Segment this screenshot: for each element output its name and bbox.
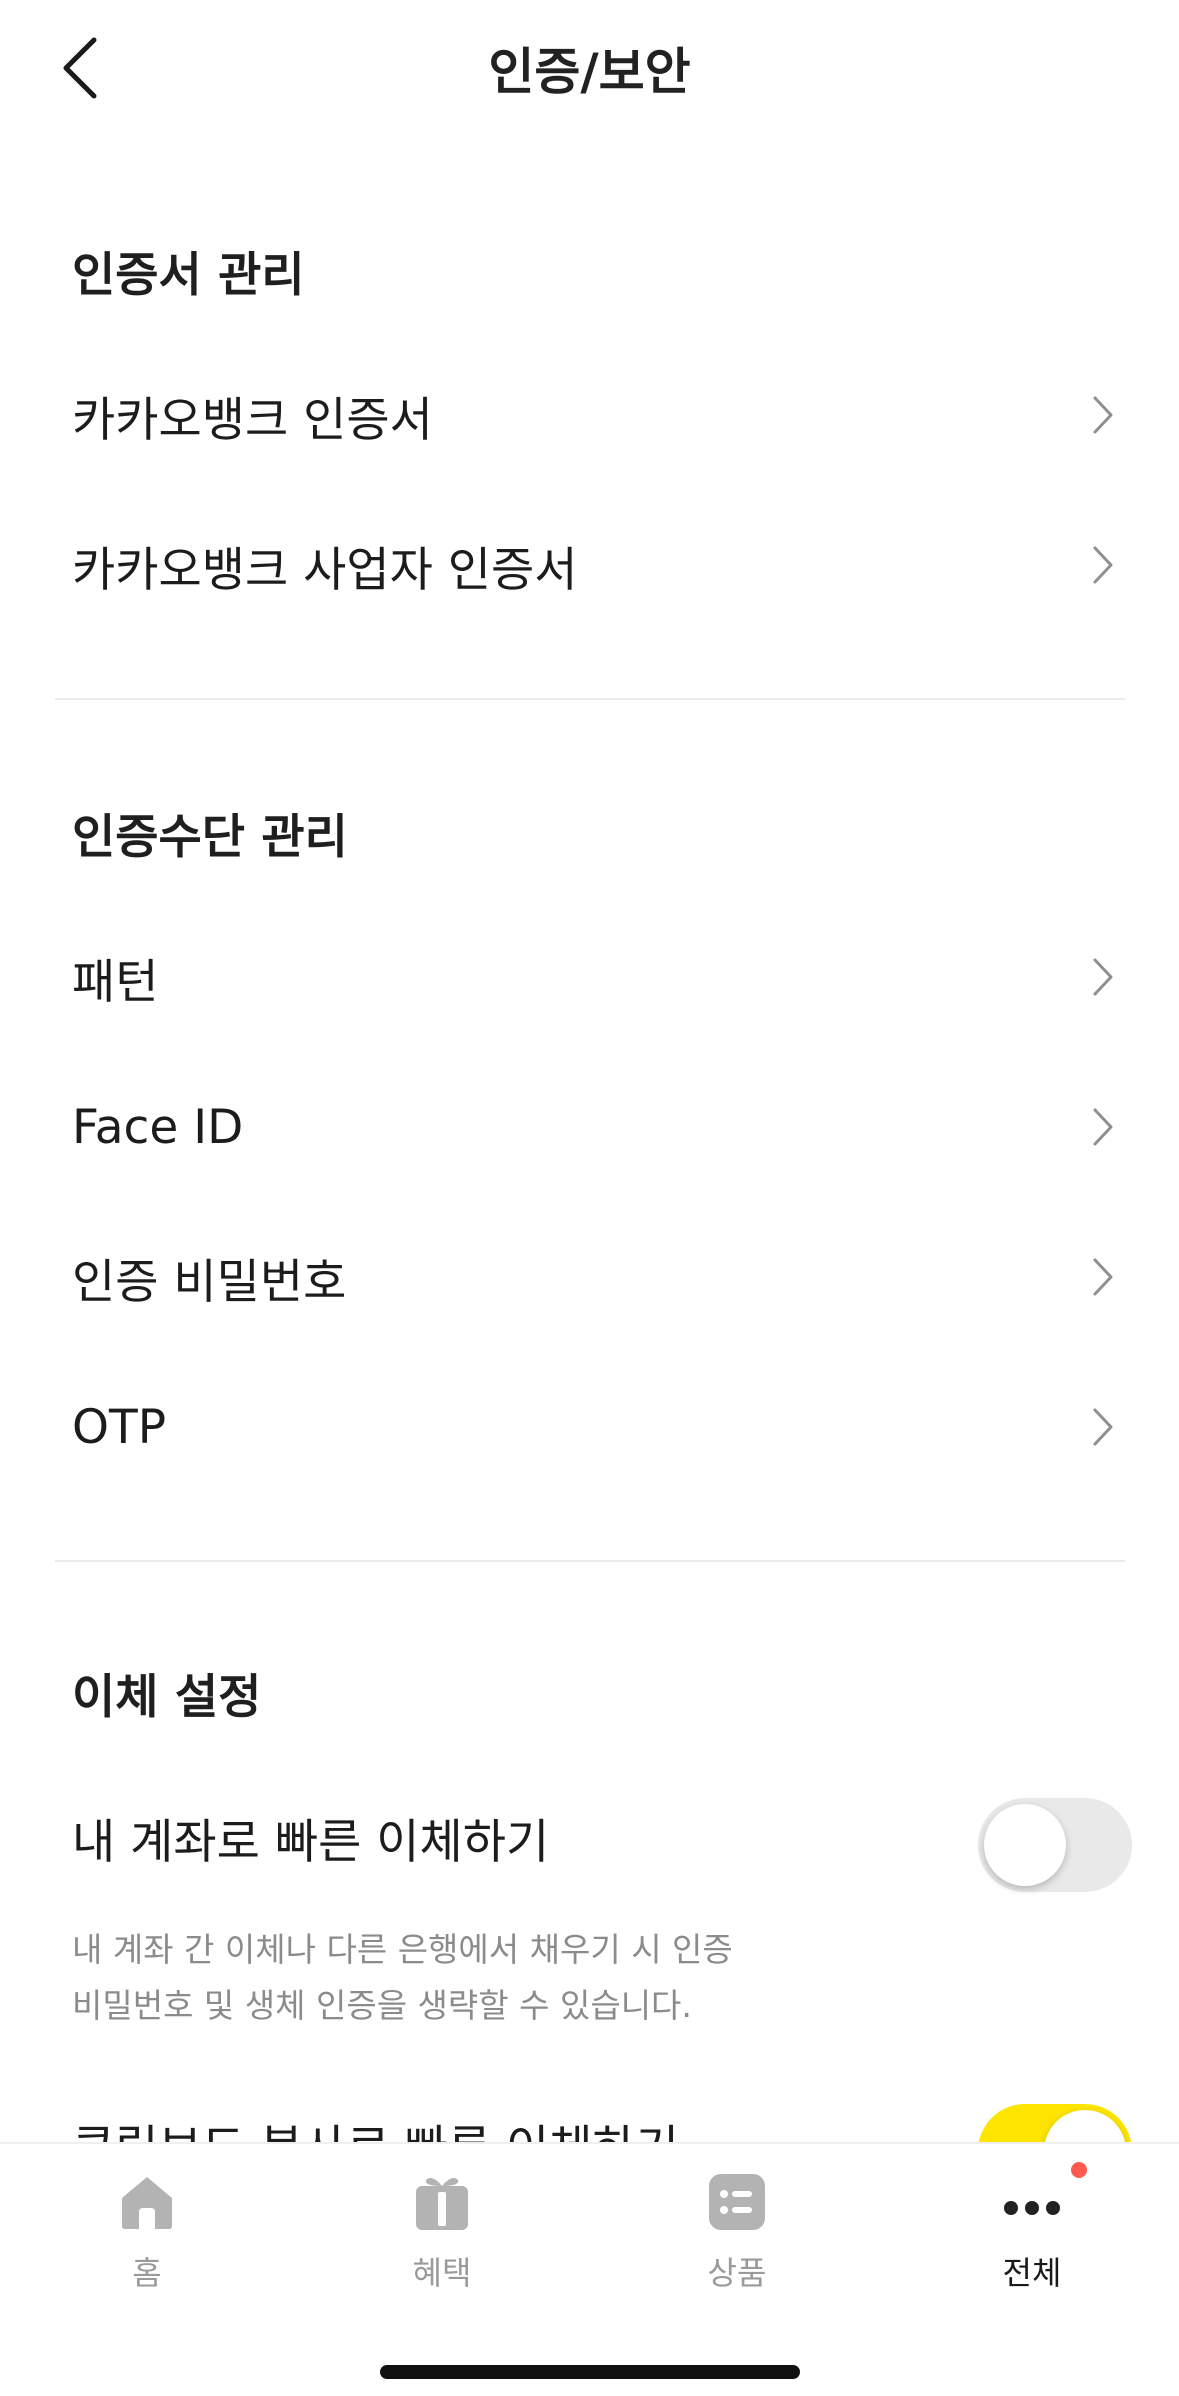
divider (55, 1560, 1125, 1562)
notification-badge (1071, 2162, 1087, 2178)
row-business-certificate[interactable]: 카카오뱅크 사업자 인증서 (0, 490, 1179, 640)
row-label: Face ID (72, 1099, 244, 1155)
home-icon (122, 2177, 172, 2229)
chevron-right-icon (1093, 396, 1113, 434)
screen: 인증/보안 인증서 관리 카카오뱅크 인증서 카카오뱅크 사업자 인증서 인증수… (0, 0, 1179, 2396)
back-button[interactable] (48, 28, 112, 108)
row-label: 인증 비밀번호 (72, 1254, 347, 1310)
page-title: 인증/보안 (488, 42, 691, 101)
tab-home[interactable]: 홈 (0, 2144, 294, 2294)
tab-bar: 홈 혜택 상품 전체 (0, 2142, 1179, 2396)
row-label: 카카오뱅크 사업자 인증서 (72, 542, 578, 598)
row-pattern[interactable]: 패턴 (0, 902, 1179, 1052)
tab-benefits[interactable]: 혜택 (295, 2144, 589, 2294)
tab-label: 혜택 (412, 2254, 472, 2292)
row-label: 카카오뱅크 인증서 (72, 392, 433, 448)
row-kakaobank-certificate[interactable]: 카카오뱅크 인증서 (0, 340, 1179, 490)
header: 인증/보안 (0, 0, 1179, 135)
description-line: 비밀번호 및 생체 인증을 생략할 수 있습니다. (72, 1986, 692, 2025)
quick-own-account-description: 내 계좌 간 이체나 다른 은행에서 채우기 시 인증 비밀번호 및 생체 인증… (72, 1922, 733, 2034)
chevron-right-icon (1093, 1408, 1113, 1446)
gift-icon (416, 2178, 468, 2230)
section-title-transfer: 이체 설정 (72, 1670, 262, 1725)
row-otp[interactable]: OTP (0, 1352, 1179, 1502)
description-line: 내 계좌 간 이체나 다른 은행에서 채우기 시 인증 (72, 1930, 733, 1969)
tab-label: 상품 (707, 2254, 767, 2292)
divider (55, 698, 1125, 700)
chevron-right-icon (1093, 1258, 1113, 1296)
section-title-certificates: 인증서 관리 (72, 248, 305, 303)
row-label: OTP (72, 1399, 167, 1455)
row-auth-password[interactable]: 인증 비밀번호 (0, 1202, 1179, 1352)
row-face-id[interactable]: Face ID (0, 1052, 1179, 1202)
toggle-knob (984, 1804, 1066, 1886)
row-quick-own-account-transfer: 내 계좌로 빠른 이체하기 (0, 1762, 1179, 1912)
home-indicator (380, 2365, 800, 2379)
tab-all[interactable]: 전체 (885, 2144, 1179, 2294)
list-icon (709, 2174, 765, 2230)
chevron-right-icon (1093, 546, 1113, 584)
tab-products[interactable]: 상품 (590, 2144, 884, 2294)
section-title-auth-methods: 인증수단 관리 (72, 810, 348, 865)
row-label: 내 계좌로 빠른 이체하기 (72, 1814, 550, 1870)
quick-own-account-toggle[interactable] (978, 1798, 1132, 1892)
more-dots-icon (1004, 2201, 1060, 2215)
chevron-left-icon (63, 37, 97, 99)
tab-label: 홈 (132, 2254, 162, 2292)
row-label: 패턴 (72, 954, 159, 1010)
chevron-right-icon (1093, 1108, 1113, 1146)
chevron-right-icon (1093, 958, 1113, 996)
tab-label: 전체 (1002, 2254, 1062, 2292)
